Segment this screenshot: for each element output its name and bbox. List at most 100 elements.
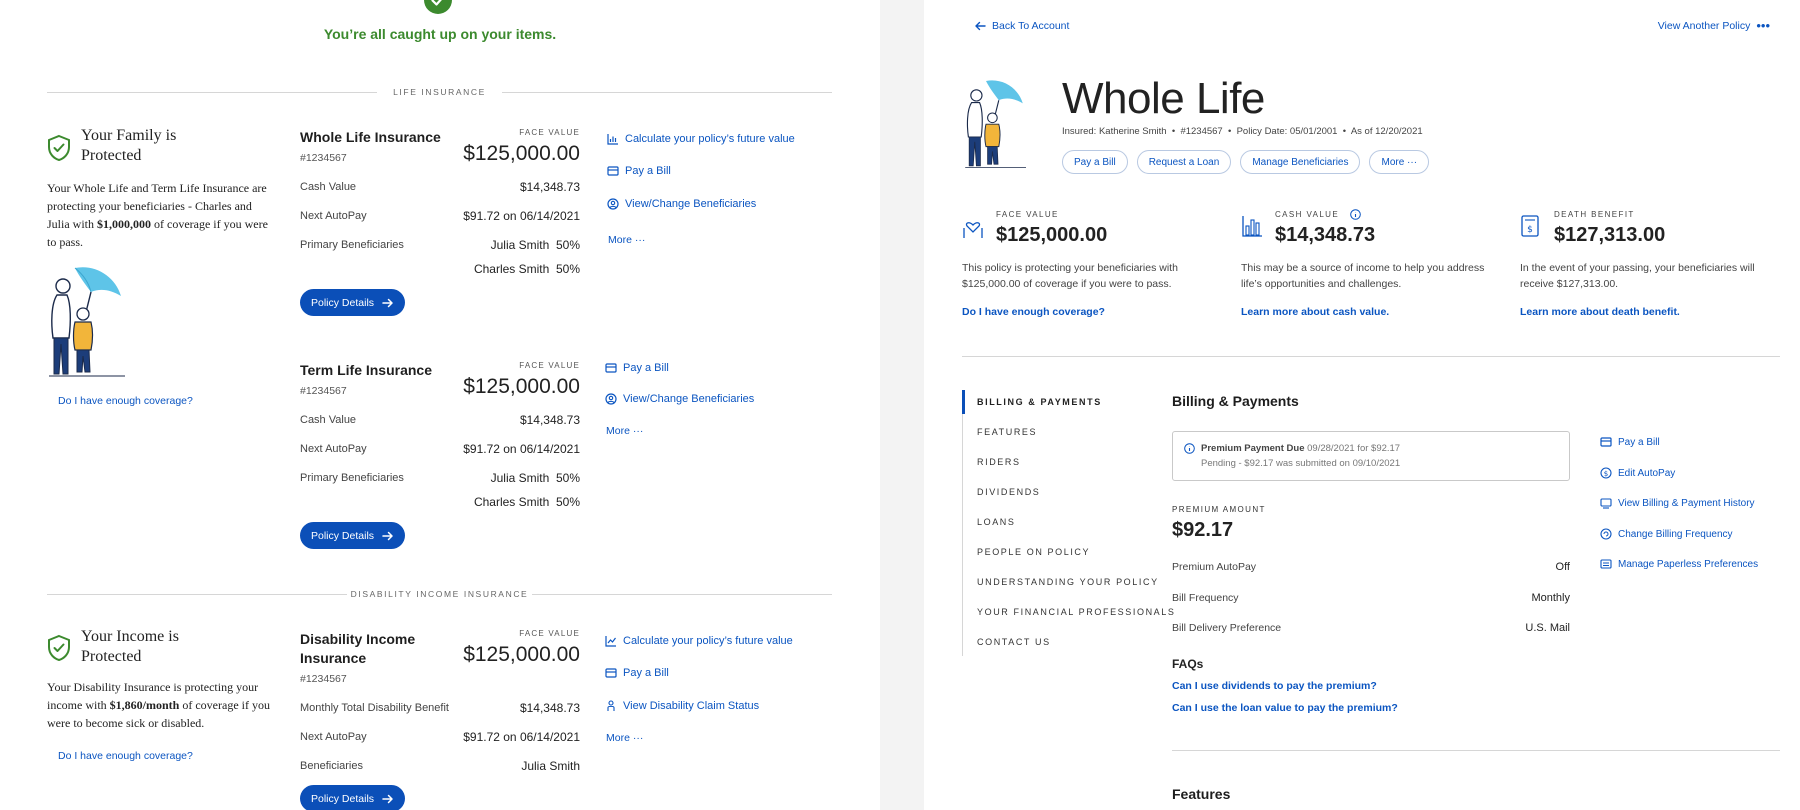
action-edit-autopay[interactable]: $ Edit AutoPay [1600,467,1675,479]
policy-side-nav: BILLING & PAYMENTS FEATURES RIDERS DIVID… [962,390,1174,656]
billing-row-value: Monthly [1531,592,1570,604]
history-icon [1600,497,1612,509]
success-check-icon [424,0,452,14]
faq-link[interactable]: Can I use the loan value to pay the prem… [1172,702,1398,714]
policy-action-pills: Pay a Bill Request a Loan Manage Benefic… [1062,150,1430,174]
left-panel: You’re all caught up on your items. LIFE… [0,0,880,810]
faq-link[interactable]: Can I use dividends to pay the premium? [1172,680,1377,692]
stat-label: FACE VALUE [996,210,1059,219]
more-dots-icon: ••• [1756,18,1770,33]
features-section-title: Features [1172,786,1231,802]
disability-section-label: DISABILITY INCOME INSURANCE [350,589,529,599]
stat-value: $14,348.73 [1275,224,1376,246]
action-calculate-future-value[interactable]: Calculate your policy’s future value [607,133,795,145]
stat-value: $125,000.00 [996,224,1108,246]
action-change-beneficiaries[interactable]: View/Change Beneficiaries [605,393,754,405]
nav-riders[interactable]: RIDERS [977,457,1021,467]
row-label: Cash Value [300,181,357,193]
notice-title: Premium Payment Due [1201,443,1305,454]
policy-details-button[interactable]: Policy Details [300,289,406,316]
row-value: $91.72 on 06/14/2021 [463,209,580,223]
row-label: Next AutoPay [300,731,367,743]
row-value: $14,348.73 [519,413,580,427]
svg-text:$: $ [1604,470,1608,478]
hand-heart-icon [962,214,984,240]
income-coverage-link[interactable]: Do I have enough coverage? [58,750,193,762]
billing-row-label: Premium AutoPay [1172,561,1257,573]
face-value: $125,000.00 [463,142,580,165]
person-circle-icon [607,198,619,210]
row-value: Julia Smith 50% [490,238,580,252]
row-value: Julia Smith 50% [490,471,580,485]
nav-financial-professionals[interactable]: YOUR FINANCIAL PROFESSIONALS [977,607,1176,617]
info-icon[interactable] [1350,209,1361,220]
disability-section-divider: DISABILITY INCOME INSURANCE [47,587,832,601]
stat-link[interactable]: Learn more about death benefit. [1520,306,1680,318]
stat-value: $127,313.00 [1554,224,1666,246]
nav-understanding-policy[interactable]: UNDERSTANDING YOUR POLICY [977,577,1159,587]
policy-number: #1234567 [300,152,347,164]
action-claim-status[interactable]: View Disability Claim Status [605,700,759,712]
policy-name: Term Life Insurance [300,362,433,378]
policy-name: Whole Life Insurance [300,129,441,145]
manage-beneficiaries-pill[interactable]: Manage Beneficiaries [1240,150,1361,174]
pay-bill-pill[interactable]: Pay a Bill [1062,150,1128,174]
billing-section-title: Billing & Payments [1172,393,1299,409]
arrow-left-icon [974,21,986,31]
nav-features[interactable]: FEATURES [977,427,1037,437]
nav-loans[interactable]: LOANS [977,517,1016,527]
back-to-account-link[interactable]: Back To Account [974,20,1069,32]
face-value: $125,000.00 [463,375,580,398]
life-section-divider: LIFE INSURANCE [47,85,832,99]
action-pay-bill[interactable]: Pay a Bill [605,667,669,679]
nav-contact-us[interactable]: CONTACT US [977,637,1051,647]
more-actions-link[interactable]: More ··· [606,732,643,744]
bill-icon [1600,436,1612,448]
more-pill[interactable]: More ··· [1369,150,1430,174]
stat-link[interactable]: Do I have enough coverage? [962,306,1105,318]
shield-check-icon [47,634,71,662]
row-value: Charles Smith 50% [473,495,580,509]
income-card-description: Your Disability Insurance is protecting … [47,680,270,730]
notice-pending: Pending - $92.17 was submitted on 09/10/… [1201,458,1401,469]
policy-details-button[interactable]: Policy Details [300,522,406,549]
face-value-label: FACE VALUE [519,128,580,137]
face-value: $125,000.00 [463,643,580,666]
stat-link[interactable]: Learn more about cash value. [1241,306,1389,318]
family-coverage-link[interactable]: Do I have enough coverage? [58,395,193,407]
premium-amount-label: PREMIUM AMOUNT [1172,505,1266,514]
arrow-right-icon [382,794,394,804]
stat-description: This may be a source of income to help y… [1241,262,1485,290]
person-circle-icon [605,393,617,405]
action-change-beneficiaries[interactable]: View/Change Beneficiaries [607,198,756,210]
panel-gutter [880,0,924,810]
action-calculate-future-value[interactable]: Calculate your policy’s future value [605,635,793,647]
nav-dividends[interactable]: DIVIDENDS [977,487,1040,497]
nav-billing-payments[interactable]: BILLING & PAYMENTS [977,397,1102,407]
stat-label: DEATH BENEFIT [1554,210,1635,219]
action-paperless-preferences[interactable]: Manage Paperless Preferences [1600,558,1758,570]
dollar-document-icon: $ [1520,214,1540,238]
policy-details-button[interactable]: Policy Details [300,785,406,810]
right-panel: Back To Account View Another Policy ••• … [924,0,1800,810]
policy-name-line2: Insurance [300,650,367,666]
action-billing-history[interactable]: View Billing & Payment History [1600,497,1755,509]
action-pay-bill[interactable]: Pay a Bill [605,362,669,374]
view-another-policy-link[interactable]: View Another Policy ••• [1658,18,1770,33]
life-section-label: LIFE INSURANCE [393,87,486,97]
policy-meta: Insured: Katherine Smith • #1234567 • Po… [1062,126,1423,137]
bill-icon [607,165,619,177]
more-actions-link[interactable]: More ··· [608,234,645,246]
billing-row-value: Off [1555,561,1570,573]
request-loan-pill[interactable]: Request a Loan [1136,150,1232,174]
policy-title: Whole Life [1062,74,1265,123]
nav-people-on-policy[interactable]: PEOPLE ON POLICY [977,547,1090,557]
more-actions-link[interactable]: More ··· [606,425,643,437]
action-pay-bill[interactable]: Pay a Bill [607,165,671,177]
bill-icon [605,362,617,374]
premium-amount-value: $92.17 [1172,519,1234,541]
shield-check-icon [47,134,71,162]
action-change-frequency[interactable]: Change Billing Frequency [1600,528,1733,540]
row-value: $91.72 on 06/14/2021 [463,730,580,744]
action-pay-bill[interactable]: Pay a Bill [1600,436,1660,448]
